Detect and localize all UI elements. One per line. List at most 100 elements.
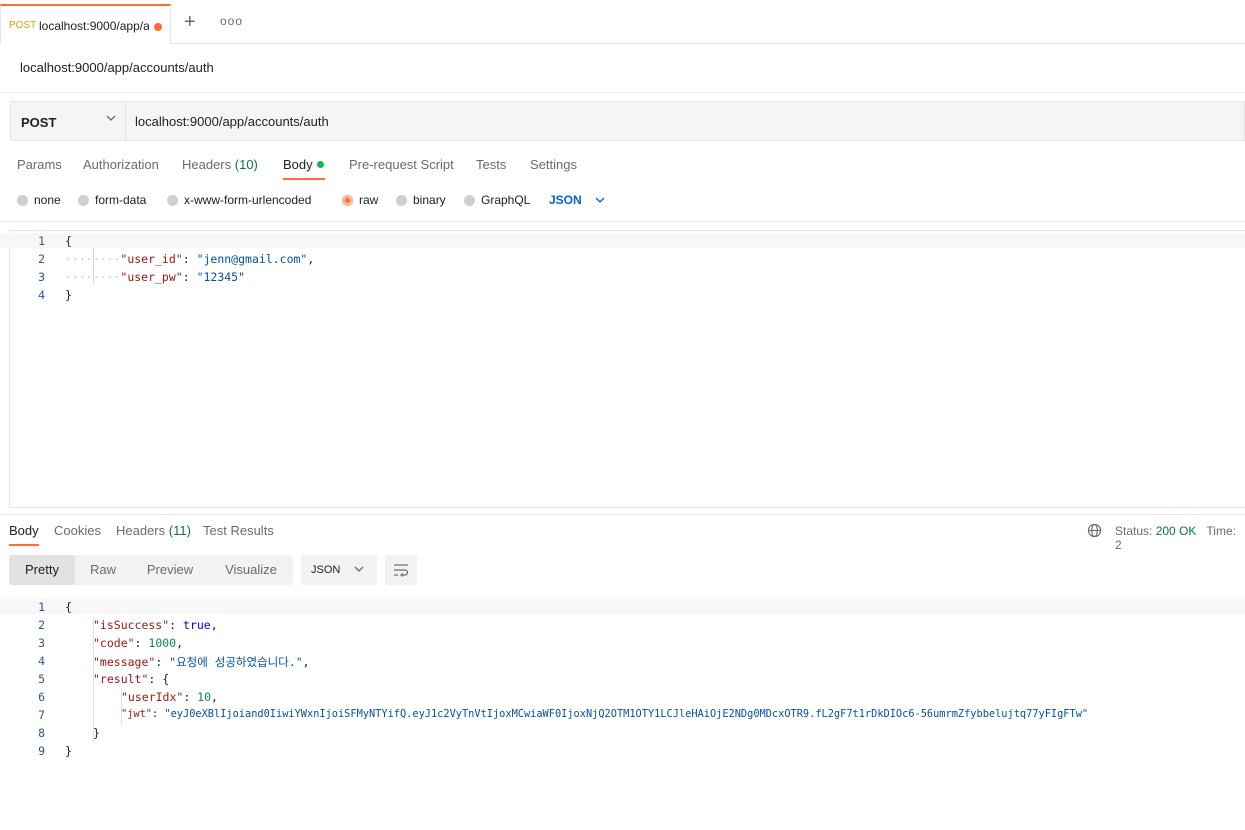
response-format-select[interactable]: JSON [301,555,377,585]
response-tab-headers-label: Headers [116,523,166,538]
json-value: "eyJ0eXBlIjoiand0IiwiYWxnIjoiSFMyNTYifQ.… [164,708,1089,720]
tab-headers-label: Headers [182,157,232,172]
tab-settings[interactable]: Settings [530,157,577,172]
indent-dots: ········ [65,270,121,284]
line-number: 8 [38,726,45,740]
active-line-highlight [0,599,1245,614]
line-number: 1 [38,234,45,248]
code-line: "userIdx": 10, [121,690,218,704]
response-tab-headers[interactable]: Headers (11) [116,523,191,538]
code-line: "result": { [93,672,170,686]
line-number: 2 [38,252,45,266]
code-line: "jwt": "eyJ0eXBlIjoiand0IiwiYWxnIjoiSFMy… [121,708,1089,720]
code-open-brace: { [65,234,72,248]
tab-params[interactable]: Params [17,157,62,172]
line-number: 3 [38,636,45,650]
line-number: 4 [38,288,45,302]
json-value: true [183,618,211,632]
request-name[interactable]: localhost:9000/app/accounts/auth [20,60,214,75]
request-tab[interactable]: POST localhost:9000/app/a [0,4,171,44]
body-format-select[interactable]: JSON [549,193,582,207]
view-raw-button[interactable]: Raw [75,555,131,585]
json-key: "user_id" [120,252,183,266]
json-key: "message" [93,655,156,669]
view-mode-group: Pretty Raw Preview Visualize [9,555,293,585]
response-tab-headers-count: (11) [168,523,191,538]
radio-urlencoded-label: x-www-form-urlencoded [184,193,312,207]
more-options-icon[interactable]: ooo [220,14,243,28]
view-visualize-button[interactable]: Visualize [209,555,293,585]
response-tab-cookies[interactable]: Cookies [54,523,101,538]
radio-binary[interactable] [396,195,407,206]
line-number: 2 [38,618,45,632]
radio-raw-label: raw [359,193,379,207]
chevron-down-icon [105,112,117,127]
json-key: "result" [93,672,149,686]
body-active-dot-icon [317,161,324,168]
tab-title: localhost:9000/app/a [39,19,149,33]
radio-none[interactable] [17,195,28,206]
radio-none-label: none [34,193,61,207]
radio-raw[interactable] [342,195,353,206]
json-value: "요청에 성공하였습니다." [169,655,303,669]
chevron-down-icon [353,563,365,578]
code-line: ········"user_id": "jenn@gmail.com", [65,252,315,266]
globe-icon[interactable] [1087,523,1102,541]
line-number: 7 [38,708,45,722]
radio-urlencoded[interactable] [167,195,178,206]
radio-binary-label: binary [413,193,446,207]
radio-form-data-label: form-data [95,193,147,207]
response-format-label: JSON [311,564,341,576]
response-status: Status: 200 OK Time: 2 [1115,524,1245,552]
method-select-label: POST [21,115,57,130]
url-bar: POST [10,101,1245,141]
method-select[interactable]: POST [11,102,126,140]
code-open-brace: { [65,600,72,614]
line-number: 5 [38,672,45,686]
divider [0,514,1245,515]
code-line: "message": "요청에 성공하였습니다.", [93,655,310,669]
status-badge[interactable]: 200 OK [1156,524,1197,538]
line-number: 4 [38,654,45,668]
tab-method: POST [9,20,37,31]
response-tab-body[interactable]: Body [9,523,39,538]
code-close-brace: } [65,744,72,758]
indent-dots: ········ [65,252,121,266]
tab-authorization[interactable]: Authorization [83,157,159,172]
response-tab-test-results[interactable]: Test Results [203,523,274,538]
wrap-lines-icon [394,564,409,577]
view-pretty-button[interactable]: Pretty [9,555,75,585]
code-line: "isSuccess": true, [93,618,218,632]
code-line: ········"user_pw": "12345" [65,270,246,284]
radio-graphql[interactable] [464,195,475,206]
json-key: "jwt" [121,708,152,720]
status-label: Status: [1115,524,1153,538]
line-number: 1 [38,600,45,614]
json-value: "jenn@gmail.com" [196,252,308,266]
wrap-lines-button[interactable] [385,555,417,585]
view-preview-button[interactable]: Preview [131,555,209,585]
active-tab-underline [283,178,325,180]
json-value: 1000 [148,636,177,650]
unsaved-dot-icon [154,23,162,31]
code-close-brace: } [93,726,100,740]
radio-form-data[interactable] [78,195,89,206]
divider [0,92,1245,93]
tab-tests[interactable]: Tests [476,157,506,172]
json-value: "12345" [196,270,246,284]
chevron-down-icon[interactable] [594,194,606,209]
divider [0,221,1245,222]
json-key: "user_pw" [120,270,183,284]
code-line: "code": 1000, [93,636,184,650]
active-tab-underline [9,544,39,546]
line-number: 9 [38,744,45,758]
tab-body[interactable]: Body [283,157,313,172]
json-key: "isSuccess" [93,618,170,632]
json-value: 10 [197,690,212,704]
radio-graphql-label: GraphQL [481,193,531,207]
tab-prerequest-script[interactable]: Pre-request Script [349,157,454,172]
new-tab-plus-icon[interactable]: + [184,12,196,32]
tab-headers[interactable]: Headers (10) [182,157,258,172]
url-input[interactable] [135,114,735,129]
line-number: 3 [38,270,45,284]
